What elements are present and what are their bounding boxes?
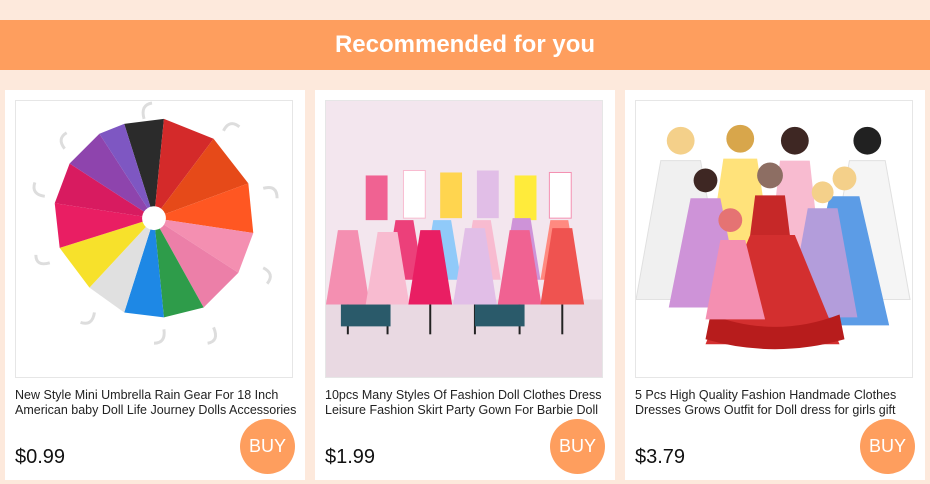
- product-image[interactable]: [635, 100, 913, 378]
- product-title[interactable]: New Style Mini Umbrella Rain Gear For 18…: [15, 388, 297, 419]
- product-title[interactable]: 10pcs Many Styles Of Fashion Doll Clothe…: [325, 388, 607, 419]
- product-card-doll-clothes[interactable]: 10pcs Many Styles Of Fashion Doll Clothe…: [315, 90, 615, 480]
- product-card-umbrella[interactable]: New Style Mini Umbrella Rain Gear For 18…: [5, 90, 305, 480]
- product-image[interactable]: [15, 100, 293, 378]
- product-price: $0.99: [15, 446, 66, 468]
- product-card-doll-dresses[interactable]: 5 Pcs High Quality Fashion Handmade Clot…: [625, 90, 925, 480]
- doll-gowns-image: [636, 101, 912, 377]
- doll-dresses-image: [326, 101, 602, 377]
- recommended-banner: Recommended for you: [0, 20, 930, 70]
- buy-button[interactable]: BUY: [240, 419, 295, 474]
- umbrella-fan-image: [32, 101, 279, 345]
- product-price: $1.99: [325, 446, 376, 468]
- buy-button[interactable]: BUY: [550, 419, 605, 474]
- product-title[interactable]: 5 Pcs High Quality Fashion Handmade Clot…: [635, 388, 917, 419]
- section-title: Recommended for you: [334, 31, 596, 58]
- product-image[interactable]: [325, 100, 603, 378]
- buy-button[interactable]: BUY: [860, 419, 915, 474]
- product-price: $3.79: [635, 446, 686, 468]
